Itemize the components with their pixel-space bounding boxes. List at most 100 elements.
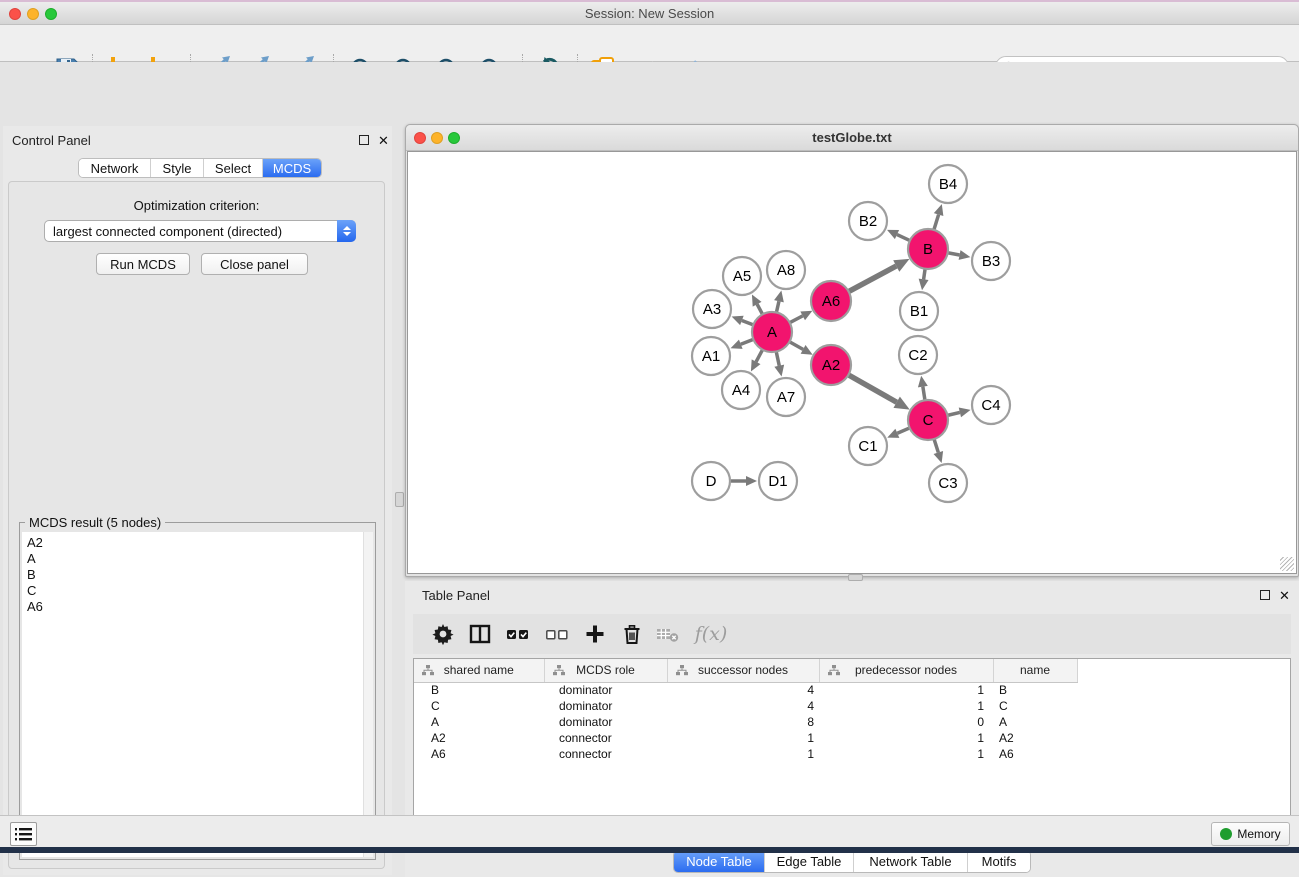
mcds-result-item[interactable]: B	[27, 567, 373, 583]
tab-motifs[interactable]: Motifs	[968, 851, 1030, 872]
table-cell[interactable]: 1	[819, 698, 993, 714]
table-cell[interactable]: B	[993, 682, 1077, 698]
graph-node-label: B2	[859, 213, 877, 230]
memory-status-icon	[1220, 828, 1232, 840]
table-cell[interactable]: 1	[819, 682, 993, 698]
table-row[interactable]: Bdominator41B	[414, 682, 1077, 698]
tab-style[interactable]: Style	[151, 159, 204, 177]
graph-edge[interactable]	[923, 387, 925, 401]
table-cell[interactable]: connector	[544, 746, 667, 762]
graph-node-label: C4	[981, 397, 1000, 414]
table-cell[interactable]: 1	[667, 746, 819, 762]
dropdown-stepper-icon	[337, 220, 356, 242]
table-cell[interactable]: A2	[993, 730, 1077, 746]
delete-columns-icon[interactable]	[619, 621, 645, 647]
close-panel-button[interactable]: Close panel	[201, 253, 308, 275]
table-row[interactable]: A6connector11A6	[414, 746, 1077, 762]
table-row[interactable]: Adominator80A	[414, 714, 1077, 730]
table-cell[interactable]: 4	[667, 698, 819, 714]
network-canvas[interactable]: AA1A2A3A4A5A6A7A8BB1B2B3B4CC1C2C3C4DD1	[407, 151, 1297, 574]
close-panel-icon[interactable]: ✕	[378, 135, 389, 146]
window-title: Session: New Session	[0, 6, 1299, 21]
table-cell[interactable]: C	[993, 698, 1077, 714]
table-cell[interactable]: A6	[993, 746, 1077, 762]
float-table-panel-icon[interactable]	[1260, 590, 1270, 600]
result-list-scrollbar[interactable]	[363, 532, 373, 857]
window-resize-grip[interactable]	[1280, 557, 1294, 571]
column-header-shared-name[interactable]: shared name	[414, 659, 544, 682]
horizontal-splitter-handle[interactable]	[848, 574, 863, 581]
network-graph[interactable]: AA1A2A3A4A5A6A7A8BB1B2B3B4CC1C2C3C4DD1	[408, 152, 1296, 573]
table-row[interactable]: Cdominator41C	[414, 698, 1077, 714]
graph-edge[interactable]	[897, 235, 910, 241]
vertical-splitter-handle[interactable]	[395, 492, 404, 507]
graph-edge[interactable]	[934, 439, 938, 452]
table-cell[interactable]: 1	[819, 730, 993, 746]
graph-edge[interactable]	[897, 428, 909, 433]
table-cell[interactable]: A	[414, 714, 544, 730]
table-cell[interactable]: connector	[544, 730, 667, 746]
graph-edge[interactable]	[848, 375, 896, 402]
graph-edge[interactable]	[789, 342, 803, 350]
column-header-predecessor-nodes[interactable]: predecessor nodes	[819, 659, 993, 682]
table-cell[interactable]: C	[414, 698, 544, 714]
tab-edge-table[interactable]: Edge Table	[765, 851, 854, 872]
column-header-name[interactable]: name	[993, 659, 1077, 682]
graph-edge[interactable]	[947, 412, 959, 415]
close-table-panel-icon[interactable]: ✕	[1279, 590, 1290, 601]
graph-edge[interactable]	[934, 215, 939, 230]
graph-edge[interactable]	[776, 352, 779, 366]
enable-all-checkboxes-icon[interactable]	[505, 621, 531, 647]
mcds-result-item[interactable]: C	[27, 583, 373, 599]
table-settings-icon[interactable]	[430, 621, 456, 647]
table-cell[interactable]: 0	[819, 714, 993, 730]
memory-button[interactable]: Memory	[1211, 822, 1290, 846]
mcds-result-item[interactable]: A	[27, 551, 373, 567]
graph-edge[interactable]	[849, 266, 897, 292]
table-cell[interactable]: A	[993, 714, 1077, 730]
tab-node-table[interactable]: Node Table	[674, 851, 765, 872]
tab-select[interactable]: Select	[204, 159, 263, 177]
table-cell[interactable]: A2	[414, 730, 544, 746]
graph-edge[interactable]	[948, 253, 960, 255]
network-window-titlebar: testGlobe.txt	[406, 125, 1298, 151]
graph-edge[interactable]	[756, 350, 762, 362]
column-header-successor-nodes[interactable]: successor nodes	[667, 659, 819, 682]
table-cell[interactable]: 4	[667, 682, 819, 698]
graph-edge[interactable]	[757, 304, 762, 314]
split-panel-icon[interactable]	[467, 621, 493, 647]
tab-network[interactable]: Network	[79, 159, 151, 177]
create-column-icon[interactable]	[582, 621, 608, 647]
graph-edge[interactable]	[790, 316, 803, 323]
float-panel-icon[interactable]	[359, 135, 369, 145]
graph-edge-arrowhead	[774, 290, 784, 302]
table-cell[interactable]: A6	[414, 746, 544, 762]
disable-all-checkboxes-icon[interactable]	[544, 621, 570, 647]
task-history-button[interactable]	[10, 822, 37, 846]
optimization-criterion-select[interactable]: largest connected component (directed)	[44, 220, 356, 242]
table-cell[interactable]: 8	[667, 714, 819, 730]
tab-mcds[interactable]: MCDS	[263, 159, 321, 177]
graph-edge[interactable]	[741, 339, 754, 344]
control-panel-tabs: Network Style Select MCDS	[78, 158, 322, 178]
table-cell[interactable]: B	[414, 682, 544, 698]
table-cell[interactable]: dominator	[544, 698, 667, 714]
mcds-result-item[interactable]: A6	[27, 599, 373, 615]
table-cell[interactable]: 1	[819, 746, 993, 762]
table-cell[interactable]: dominator	[544, 714, 667, 730]
app-titlebar: Session: New Session	[0, 2, 1299, 25]
graph-edge-arrowhead	[918, 376, 928, 388]
column-header-mcds-role[interactable]: MCDS role	[544, 659, 667, 682]
graph-edge[interactable]	[776, 301, 779, 312]
table-row[interactable]: A2connector11A2	[414, 730, 1077, 746]
table-cell[interactable]: 1	[667, 730, 819, 746]
run-mcds-button[interactable]: Run MCDS	[96, 253, 190, 275]
graph-edge[interactable]	[742, 320, 753, 324]
table-toolbar: f(x)	[413, 614, 1291, 654]
tab-network-table[interactable]: Network Table	[854, 851, 968, 872]
table-cell[interactable]: dominator	[544, 682, 667, 698]
attribute-type-icon	[422, 665, 434, 679]
graph-edge[interactable]	[924, 269, 926, 280]
mcds-result-item[interactable]: A2	[27, 535, 373, 551]
mcds-result-list[interactable]: A2ABCA6	[22, 532, 373, 857]
